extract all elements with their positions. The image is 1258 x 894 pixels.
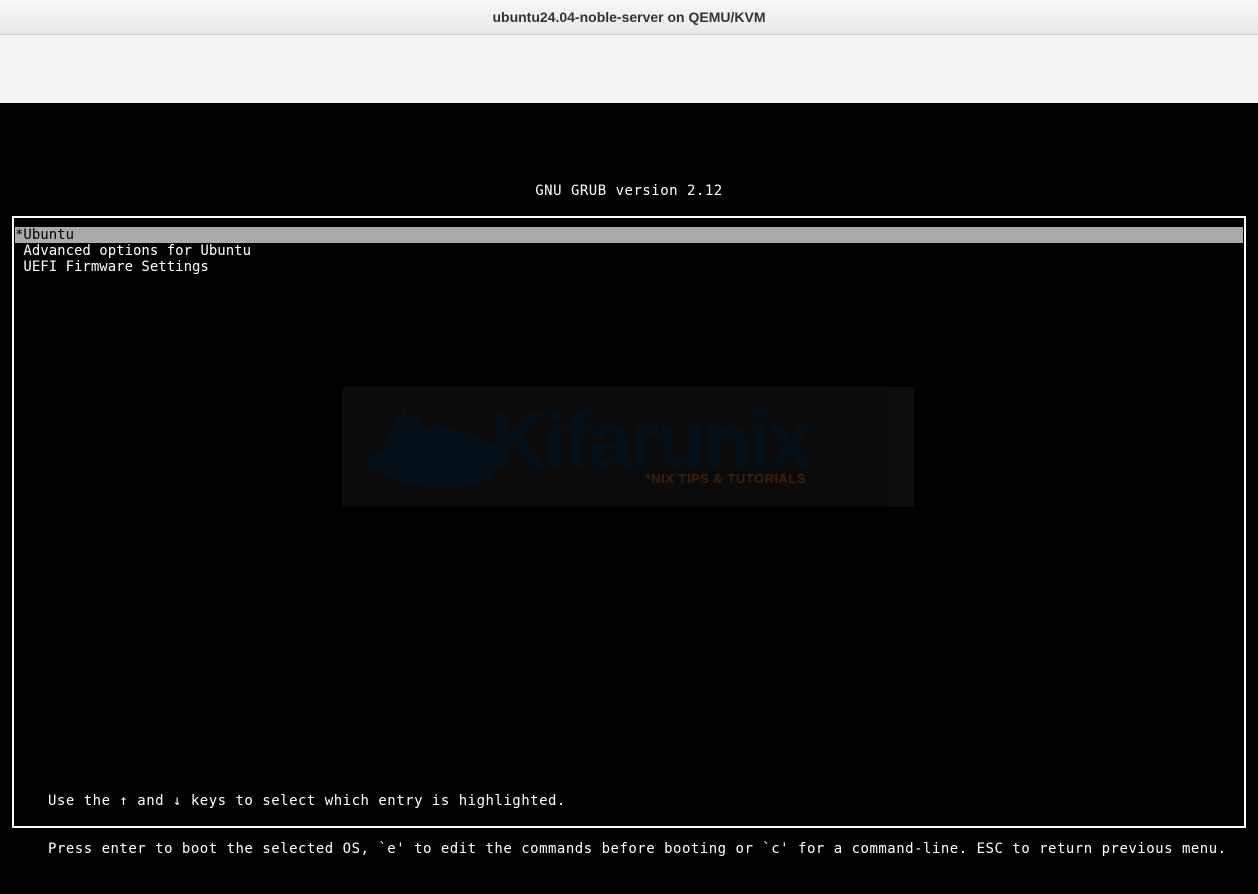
watermark-brand: Kifarunix (490, 407, 810, 473)
watermark-text: Kifarunix *NIX TIPS & TUTORIALS (490, 407, 810, 487)
window-titlebar: ubuntu24.04-noble-server on QEMU/KVM (0, 0, 1258, 35)
window-title: ubuntu24.04-noble-server on QEMU/KVM (492, 9, 765, 25)
grub-menu-item-uefi[interactable]: UEFI Firmware Settings (15, 259, 1243, 275)
grub-menu-box: *Ubuntu Advanced options for Ubuntu UEFI… (12, 216, 1246, 828)
grub-help-line-2: Press enter to boot the selected OS, `e'… (48, 841, 1258, 857)
grub-menu-list: *Ubuntu Advanced options for Ubuntu UEFI… (15, 227, 1243, 275)
vm-console[interactable]: GNU GRUB version 2.12 *Ubuntu Advanced o… (0, 103, 1258, 894)
watermark-logo: Kifarunix *NIX TIPS & TUTORIALS (342, 387, 914, 507)
grub-menu-item-ubuntu[interactable]: *Ubuntu (15, 227, 1243, 243)
grub-version-header: GNU GRUB version 2.12 (0, 183, 1258, 199)
rhino-icon (362, 400, 502, 495)
grub-help-text: Use the ↑ and ↓ keys to select which ent… (48, 761, 1258, 889)
grub-help-line-1: Use the ↑ and ↓ keys to select which ent… (48, 793, 1258, 809)
watermark-tagline: *NIX TIPS & TUTORIALS (490, 471, 806, 487)
toolbar-area (0, 35, 1258, 103)
grub-menu-item-advanced[interactable]: Advanced options for Ubuntu (15, 243, 1243, 259)
